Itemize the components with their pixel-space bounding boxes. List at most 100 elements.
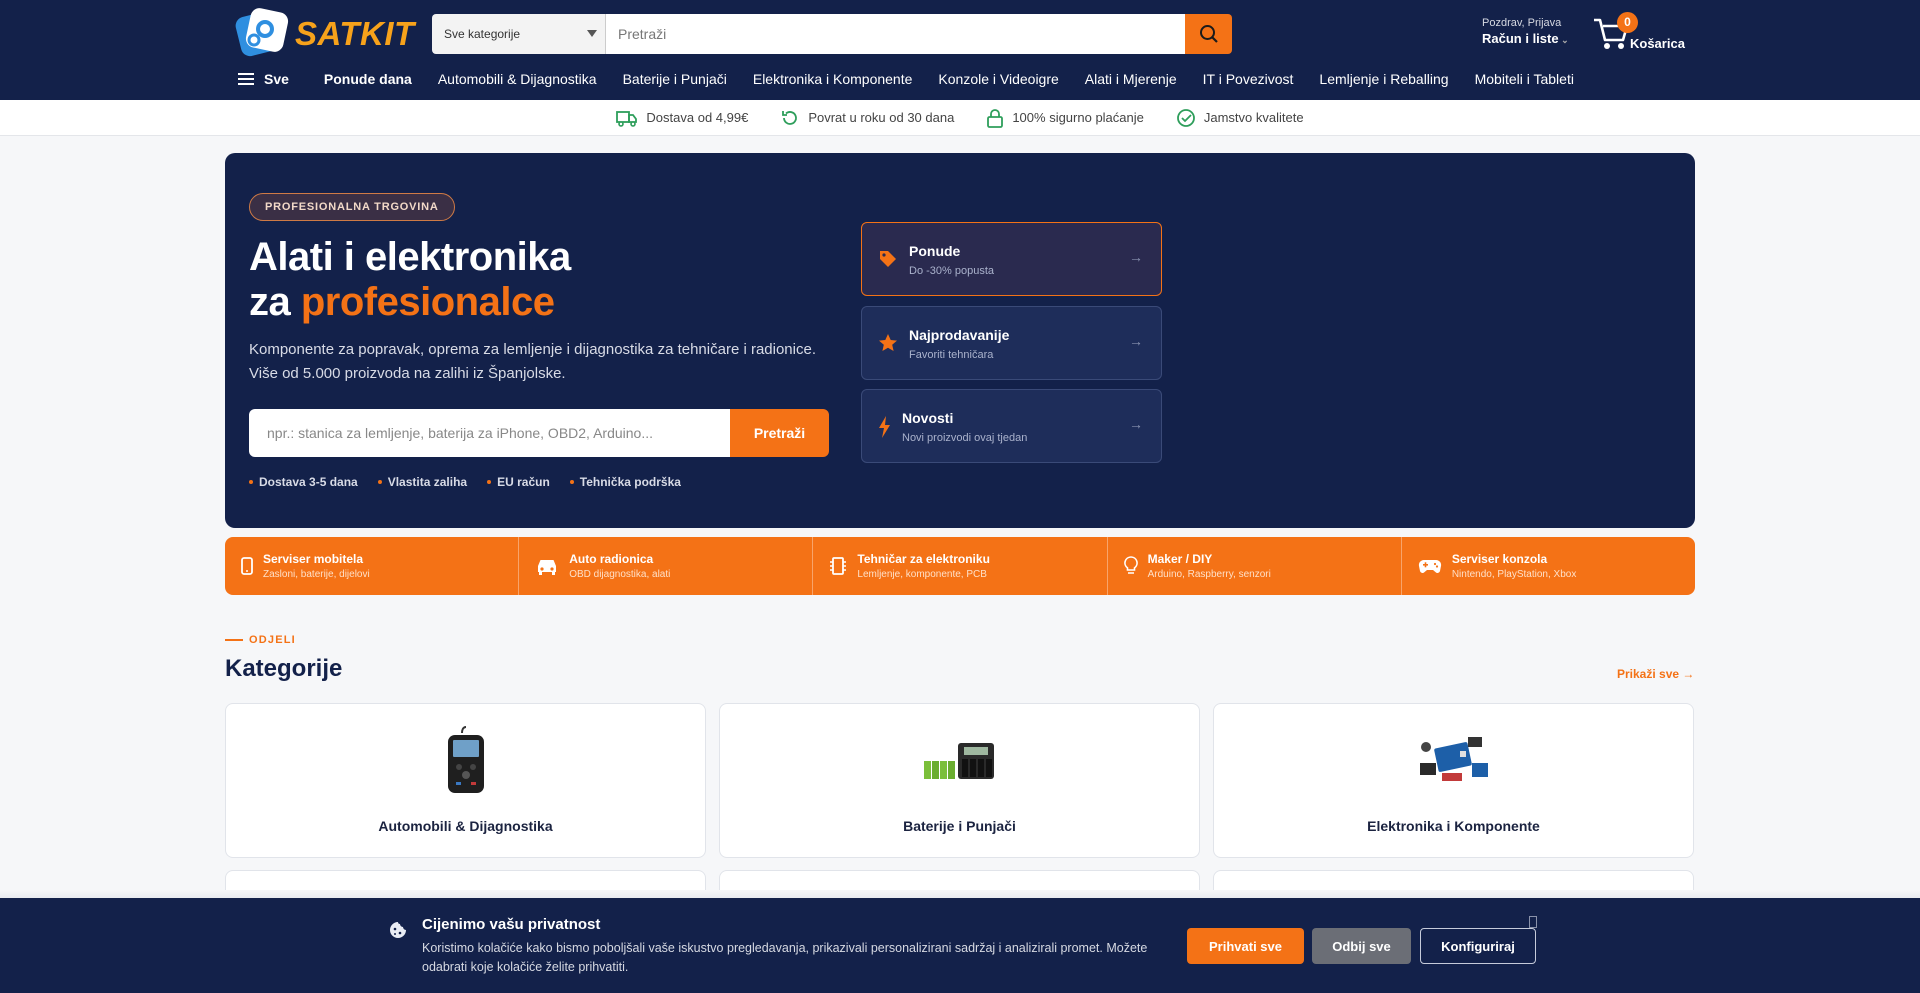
- trust-item-quality: Jamstvo kvalitete: [1176, 108, 1304, 128]
- hero-bullet: Tehnička podrška: [570, 475, 681, 489]
- nav-all-label: Sve: [264, 71, 289, 87]
- arrow-right-icon: →: [1129, 333, 1143, 349]
- bolt-icon: [879, 416, 890, 438]
- quick-card-new[interactable]: Novosti Novi proizvodi ovaj tjedan →: [861, 389, 1162, 463]
- trust-text: Povrat u roku od 30 dana: [808, 110, 955, 125]
- category-card-batteries[interactable]: Baterije i Punjači: [719, 703, 1200, 858]
- trust-item-shipping: Dostava od 4,99€: [616, 109, 748, 127]
- hero-search-input[interactable]: npr.: stanica za lemljenje, baterija za …: [249, 409, 730, 457]
- quick-card-deals[interactable]: Ponude Do -30% popusta →: [861, 222, 1162, 296]
- logo-mark-icon: [234, 8, 292, 60]
- category-card-automotive[interactable]: Automobili & Dijagnostika: [225, 703, 706, 858]
- hero-search: npr.: stanica za lemljenje, baterija za …: [249, 409, 829, 457]
- hero-bullet: Vlastita zaliha: [378, 475, 467, 489]
- hero-bullet: Dostava 3-5 dana: [249, 475, 358, 489]
- quick-card-desc: Do -30% popusta: [909, 265, 994, 277]
- category-select[interactable]: Sve kategorije: [432, 14, 606, 54]
- check-circle-icon: [1176, 108, 1195, 127]
- hero-banner: PROFESIONALNA TRGOVINA Alati i elektroni…: [225, 153, 1695, 528]
- search-input[interactable]: Pretraži: [606, 14, 1185, 54]
- segment-desc: Zasloni, baterije, dijelovi: [263, 569, 370, 580]
- obd-scanner-icon: [426, 724, 506, 798]
- category-name: Baterije i Punjači: [903, 818, 1016, 834]
- segment-title: Serviser mobitela: [263, 552, 364, 566]
- cart-button[interactable]: 0 Košarica: [1592, 12, 1688, 56]
- quick-card-desc: Novi proizvodi ovaj tjedan: [902, 432, 1028, 444]
- reject-all-button[interactable]: Odbij sve: [1312, 928, 1411, 964]
- logo-text: SATKIT: [295, 15, 415, 52]
- nav-item-mobiles[interactable]: Mobiteli i Tableti: [1475, 71, 1574, 87]
- account-label: Račun i liste: [1482, 31, 1559, 46]
- search-button[interactable]: [1185, 14, 1232, 54]
- hero-title-prefix: za: [249, 280, 301, 324]
- trust-text: Dostava od 4,99€: [646, 110, 749, 125]
- segment-console-repair[interactable]: Serviser konzola Nintendo, PlayStation, X…: [1402, 537, 1695, 595]
- hero-bullet: EU račun: [487, 475, 550, 489]
- segment-electronics-tech[interactable]: Tehničar za elektroniku Lemljenje, kompon…: [813, 537, 1108, 595]
- accept-all-button[interactable]: Prihvati sve: [1187, 928, 1304, 964]
- hero-title-highlight: profesionalce: [300, 280, 555, 324]
- tag-icon: [880, 251, 896, 267]
- segment-title: Tehničar za elektroniku: [857, 552, 990, 566]
- trust-text: Jamstvo kvalitete: [1203, 110, 1304, 125]
- segment-auto-shop[interactable]: Auto radionica OBD dijagnostika, alati: [519, 537, 814, 595]
- category-name: Elektronika i Komponente: [1367, 818, 1540, 834]
- main-nav: Sve Ponude dana Automobili & Dijagnostik…: [238, 66, 1600, 92]
- hero-badge: PROFESIONALNA TRGOVINA: [249, 193, 455, 221]
- nav-all-button[interactable]: Sve: [238, 71, 289, 87]
- trust-item-secure: 100% sigurno plaćanje: [986, 108, 1144, 128]
- show-all-link[interactable]: Prikaži sve →: [1617, 667, 1694, 681]
- category-card-electronics[interactable]: Elektronika i Komponente: [1213, 703, 1694, 858]
- quick-card-desc: Favoriti tehničara: [909, 349, 994, 361]
- segment-desc: Arduino, Raspberry, senzori: [1147, 569, 1271, 580]
- logo[interactable]: SATKIT: [234, 8, 415, 60]
- gamepad-icon: [1418, 559, 1441, 574]
- nav-item-soldering[interactable]: Lemljenje i Reballing: [1319, 71, 1448, 87]
- hamburger-icon: [238, 73, 254, 85]
- section-title: Kategorije: [225, 655, 343, 682]
- account-greeting: Pozdrav, Prijava: [1482, 17, 1562, 29]
- car-icon: [538, 560, 557, 575]
- segment-title: Serviser konzola: [1451, 552, 1548, 566]
- cookie-title: Cijenimo vašu privatnost: [422, 916, 601, 933]
- configure-button[interactable]: Konfiguriraj: [1420, 928, 1536, 964]
- bulb-icon: [1123, 556, 1138, 574]
- cookie-text: Koristimo kolačiće kako bismo poboljšali…: [422, 941, 1148, 974]
- trust-bar: Dostava od 4,99€ Povrat u roku od 30 dan…: [0, 100, 1920, 136]
- category-select-value: Sve kategorije: [444, 27, 521, 41]
- trust-item-returns: Povrat u roku od 30 dana: [780, 108, 954, 128]
- hero-search-button[interactable]: Pretraži: [730, 409, 829, 457]
- return-icon: [782, 110, 798, 125]
- search-icon: [1199, 25, 1218, 43]
- segment-phone-repair[interactable]: Serviser mobitela Zasloni, baterije, dije…: [225, 537, 520, 595]
- nav-item-automotive[interactable]: Automobili & Dijagnostika: [438, 71, 597, 87]
- cart-label: Košarica: [1630, 36, 1685, 51]
- nav-item-consoles[interactable]: Konzole i Videoigre: [938, 71, 1058, 87]
- hero-subtitle: Komponente za popravak, oprema za lemlje…: [249, 341, 816, 382]
- section-eyebrow: ODJELI: [225, 634, 296, 646]
- nav-item-batteries[interactable]: Baterije i Punjači: [623, 71, 727, 87]
- hero-title: Alati i elektronika za profesionalce: [249, 235, 571, 325]
- truck-icon: [616, 110, 638, 127]
- nav-item-tools[interactable]: Alati i Mjerenje: [1085, 71, 1177, 87]
- hero-bullets: Dostava 3-5 dana Vlastita zaliha EU raču…: [249, 475, 701, 489]
- quick-card-bestsellers[interactable]: Najprodavanije Favoriti tehničara →: [861, 306, 1162, 380]
- account-menu[interactable]: Pozdrav, Prijava Račun i liste ⌄: [1482, 17, 1569, 46]
- segment-desc: Lemljenje, komponente, PCB: [857, 569, 987, 580]
- header-search: Sve kategorije Pretraži: [432, 14, 1232, 54]
- quick-card-title: Novosti: [902, 410, 954, 426]
- quick-card-title: Ponude: [909, 243, 961, 259]
- segment-desc: OBD dijagnostika, alati: [569, 569, 671, 580]
- segment-title: Auto radionica: [569, 552, 654, 566]
- close-icon[interactable]: [1529, 916, 1537, 928]
- quick-card-title: Najprodavanije: [909, 327, 1010, 343]
- nav-item-electronics[interactable]: Elektronika i Komponente: [753, 71, 913, 87]
- caret-down-icon: [587, 30, 597, 37]
- nav-item-deals[interactable]: Ponude dana: [324, 71, 412, 87]
- segment-maker[interactable]: Maker / DIY Arduino, Raspberry, senzori: [1108, 537, 1402, 595]
- nav-item-it[interactable]: IT i Povezivost: [1203, 71, 1294, 87]
- cookie-icon: [390, 922, 406, 938]
- lock-icon: [987, 108, 1004, 128]
- electronic-kit-icon: [1414, 724, 1494, 798]
- segment-title: Maker / DIY: [1147, 552, 1213, 566]
